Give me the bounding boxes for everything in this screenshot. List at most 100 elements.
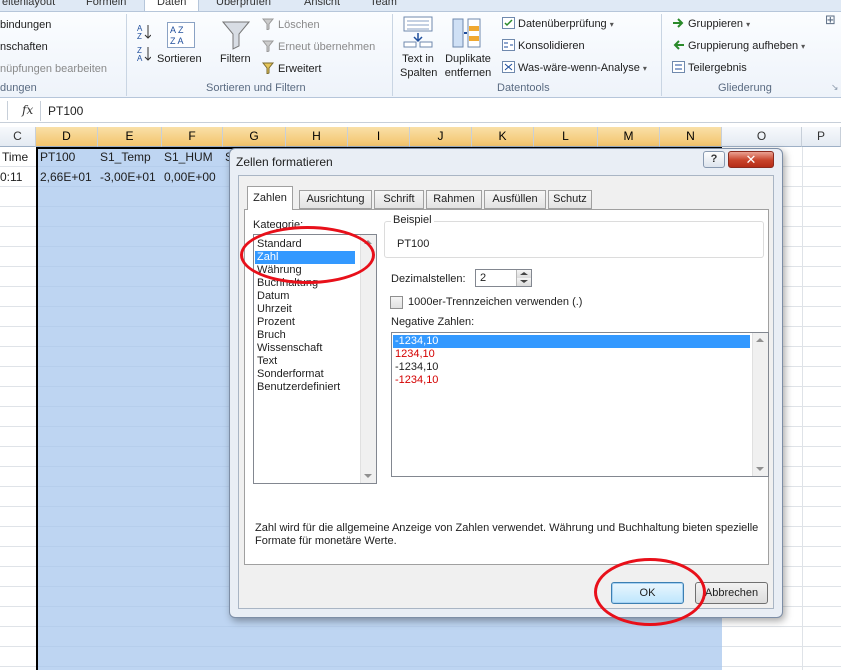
category-item[interactable]: Wissenschaft [255, 342, 355, 355]
group-button[interactable]: Gruppieren ▾ [672, 17, 750, 32]
remove-duplicates-icon [452, 18, 482, 48]
tab-formulas[interactable]: Formeln [86, 0, 126, 11]
cell-d2[interactable]: 2,66E+01 [40, 168, 92, 186]
cell-c1[interactable]: Time [2, 148, 28, 166]
spin-up-icon[interactable] [516, 270, 531, 278]
decimals-stepper[interactable]: 2 [475, 269, 532, 287]
tab-view[interactable]: Ansicht [304, 0, 340, 11]
cell-e1[interactable]: S1_Temp [100, 148, 151, 166]
ungroup-arrow-icon [672, 39, 685, 51]
formula-separator [40, 101, 41, 121]
negative-option[interactable]: 1234,10 [393, 348, 750, 361]
sort-button[interactable]: Sortieren [157, 52, 202, 66]
thousands-separator-label[interactable]: 1000er-Trennzeichen verwenden (.) [408, 296, 582, 308]
column-header-k[interactable]: K [472, 127, 534, 147]
scroll-down-icon[interactable] [756, 467, 764, 471]
connections-button[interactable]: bindungen [0, 18, 51, 32]
category-item[interactable]: Prozent [255, 316, 355, 329]
tab-ausfuellen[interactable]: Ausfüllen [484, 190, 546, 209]
column-header-i[interactable]: I [348, 127, 410, 147]
cell-c2[interactable]: 0:11 [0, 168, 22, 186]
outline-group-label: Gliederung [718, 82, 772, 94]
negative-scrollbar[interactable] [752, 333, 768, 476]
gridline [802, 147, 803, 670]
function-icon[interactable]: fx [22, 103, 33, 117]
clear-filter-button[interactable]: Löschen [261, 18, 320, 32]
thousands-separator-checkbox[interactable] [390, 296, 403, 309]
tab-data[interactable]: Daten [144, 0, 200, 11]
category-item[interactable]: Bruch [255, 329, 355, 342]
tab-schrift[interactable]: Schrift [374, 190, 424, 209]
column-header-h[interactable]: H [286, 127, 348, 147]
decimals-value[interactable]: 2 [480, 272, 486, 284]
column-header-o[interactable]: O [722, 127, 802, 147]
subtotal-button[interactable]: Teilergebnis [672, 61, 747, 75]
edit-links-button[interactable]: nüpfungen bearbeiten [0, 62, 107, 76]
svg-text:A Z: A Z [170, 25, 184, 35]
help-button[interactable]: ? [703, 151, 725, 168]
category-item[interactable]: Uhrzeit [255, 303, 355, 316]
tab-page-layout[interactable]: eitenlayout [2, 0, 55, 11]
tab-ausrichtung[interactable]: Ausrichtung [299, 190, 372, 209]
what-if-analysis-button[interactable]: Was-wäre-wenn-Analyse ▾ [502, 61, 647, 76]
column-header-e[interactable]: E [98, 127, 162, 147]
negative-option[interactable]: -1234,10 [393, 374, 750, 387]
column-header-j[interactable]: J [410, 127, 472, 147]
data-validation-label: Datenüberprüfung [518, 18, 607, 30]
name-box[interactable] [0, 101, 8, 120]
category-item[interactable]: Datum [255, 290, 355, 303]
column-header-g[interactable]: G [223, 127, 286, 147]
properties-button[interactable]: nschaften [0, 40, 48, 54]
cell-e2[interactable]: -3,00E+01 [100, 168, 156, 186]
subtotal-icon [672, 61, 685, 74]
ribbon-separator [661, 14, 662, 96]
scroll-up-icon[interactable] [756, 338, 764, 342]
cell-d1[interactable]: PT100 [40, 148, 75, 166]
close-button[interactable]: ✕ [728, 151, 774, 168]
text-to-columns-button[interactable]: Text in Spalten [400, 52, 437, 80]
dropdown-arrow-icon: ▾ [801, 42, 806, 51]
remove-duplicates-button[interactable]: Duplikate entfernen [441, 52, 495, 80]
tab-review[interactable]: Überprüfen [216, 0, 271, 11]
category-item[interactable]: Text [255, 355, 355, 368]
sort-az-icon[interactable]: AZZA [137, 22, 152, 63]
reapply-button[interactable]: Erneut übernehmen [261, 40, 375, 54]
category-scrollbar[interactable] [360, 235, 376, 483]
dialog-launcher-icon[interactable]: ↘ [831, 82, 839, 93]
category-item[interactable]: Sonderformat [255, 368, 355, 381]
tab-zahlen[interactable]: Zahlen [247, 186, 293, 210]
negative-numbers-list[interactable]: -1234,10 1234,10 -1234,10 -1234,10 [391, 332, 769, 477]
consolidate-label: Konsolidieren [518, 40, 585, 52]
filter-button[interactable]: Filtern [220, 52, 251, 66]
column-header-f[interactable]: F [162, 127, 223, 147]
ungroup-button[interactable]: Gruppierung aufheben ▾ [672, 39, 805, 54]
column-header-c[interactable]: C [0, 127, 36, 147]
highlight-circle-ok [594, 558, 706, 626]
consolidate-button[interactable]: Konsolidieren [502, 39, 585, 53]
tab-rahmen[interactable]: Rahmen [426, 190, 482, 209]
negative-option-selected[interactable]: -1234,10 [393, 335, 750, 348]
negative-option[interactable]: -1234,10 [393, 361, 750, 374]
category-item[interactable]: Benutzerdefiniert [255, 381, 355, 394]
column-header-p[interactable]: P [802, 127, 841, 147]
column-header-d[interactable]: D [36, 127, 98, 147]
clear-filter-label: Löschen [278, 19, 320, 31]
data-validation-button[interactable]: Datenüberprüfung ▾ [502, 17, 614, 32]
formula-input[interactable]: PT100 [48, 104, 83, 118]
what-if-icon [502, 61, 515, 74]
column-header-m[interactable]: M [598, 127, 660, 147]
cell-f1[interactable]: S1_HUM [164, 148, 213, 166]
column-header-n[interactable]: N [660, 127, 722, 147]
tab-team[interactable]: Team [370, 0, 397, 11]
group-icon-partial[interactable]: ⊞ [825, 12, 836, 28]
tab-schutz[interactable]: Schutz [548, 190, 592, 209]
format-cells-dialog: Zellen formatieren ? ✕ Zahlen Ausrichtun… [229, 148, 783, 618]
cell-f2[interactable]: 0,00E+00 [164, 168, 216, 186]
advanced-filter-button[interactable]: Erweitert [261, 62, 321, 76]
sample-value: PT100 [397, 238, 430, 250]
spin-down-icon[interactable] [516, 278, 531, 286]
column-header-l[interactable]: L [534, 127, 598, 147]
sort-filter-group-label: Sortieren und Filtern [206, 82, 306, 94]
excel-window: eitenlayout Formeln Daten Überprüfen Ans… [0, 0, 841, 670]
scroll-down-icon[interactable] [364, 474, 372, 478]
